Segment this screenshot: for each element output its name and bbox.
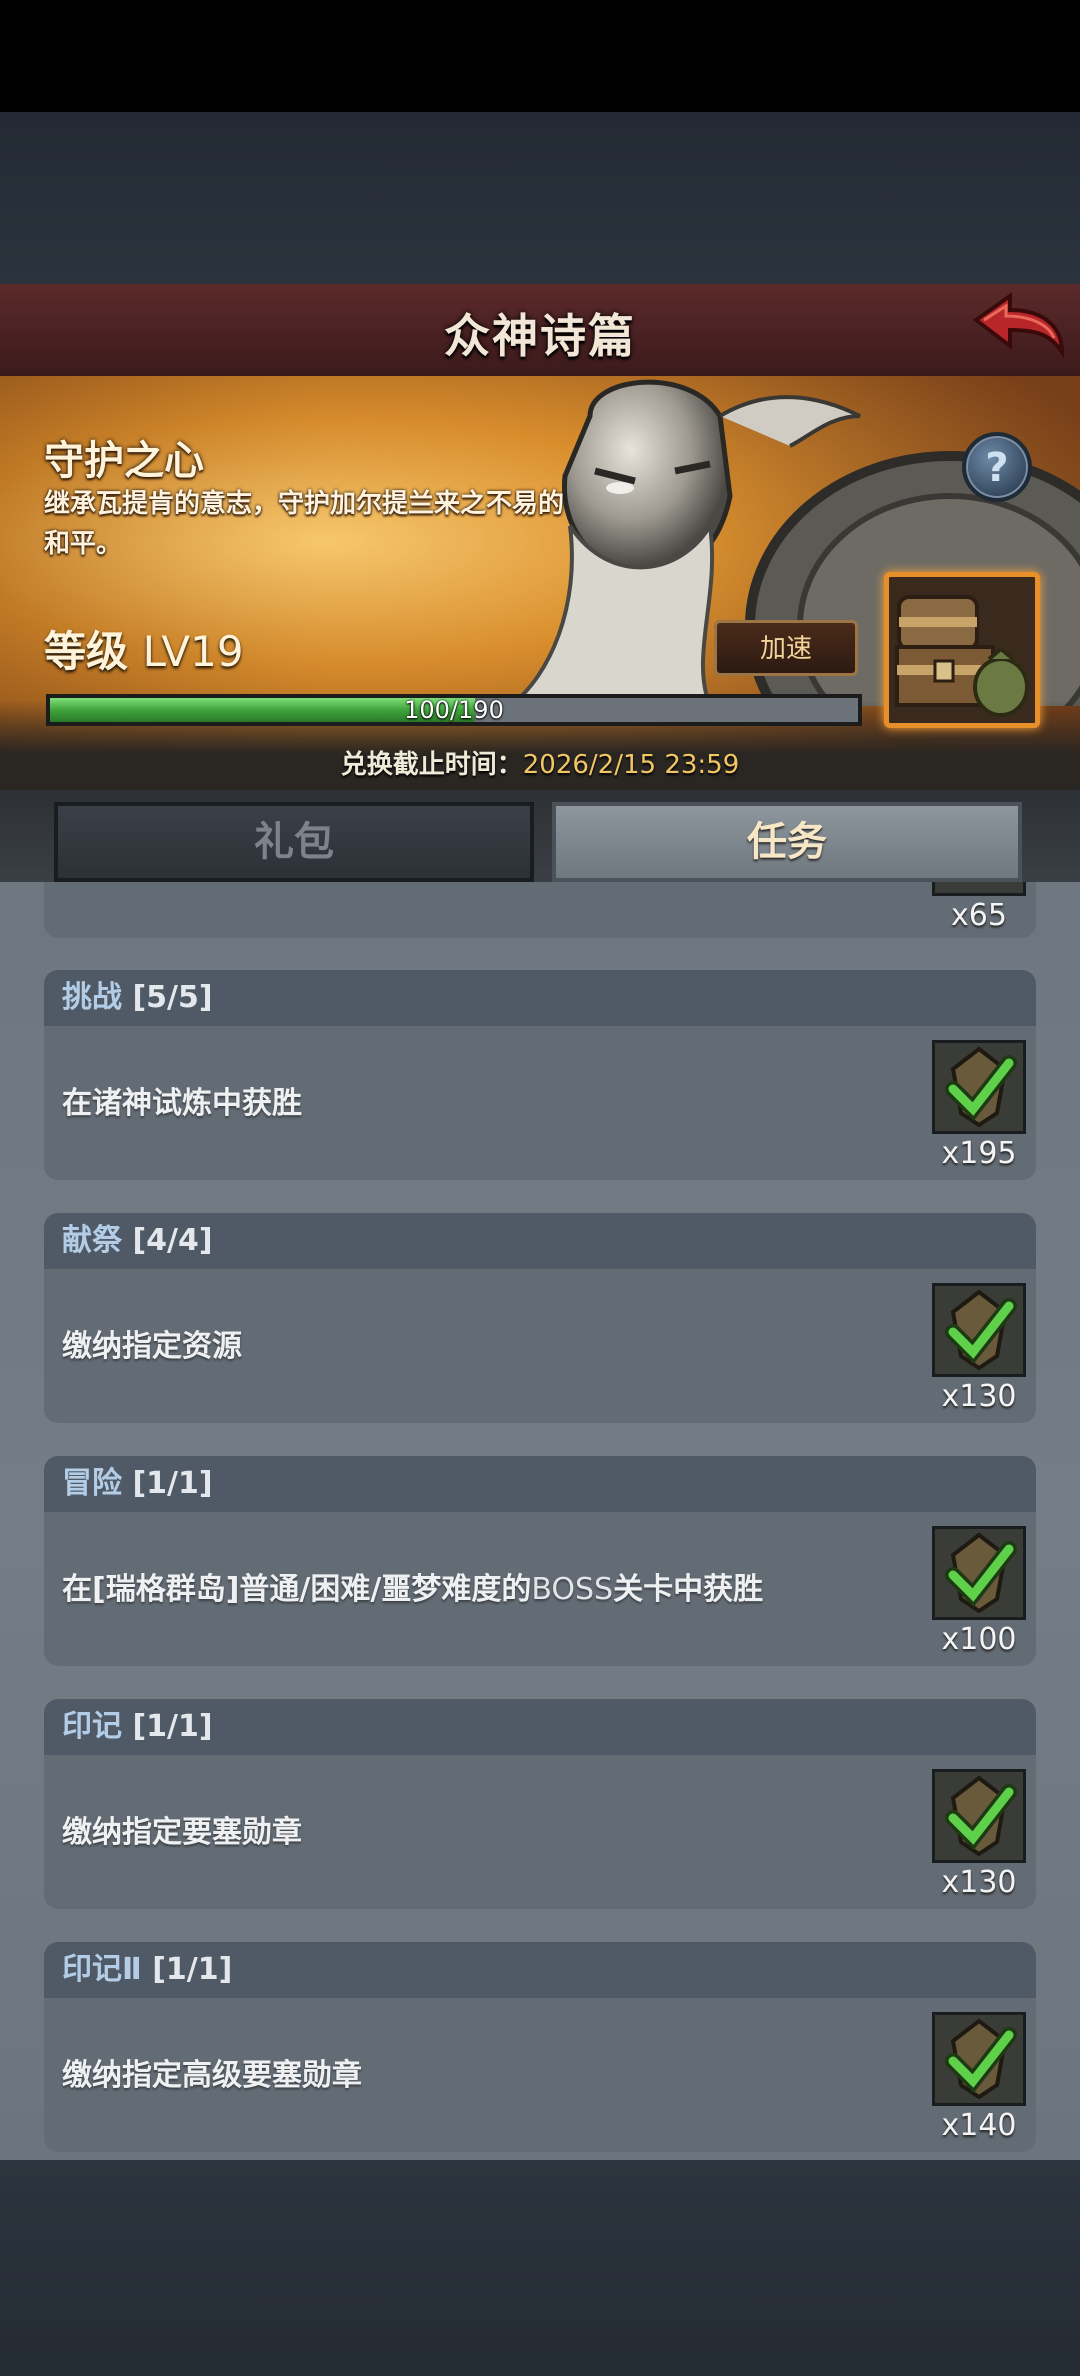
task-card-partial: x65 (44, 882, 1036, 938)
checkmark-icon (945, 1289, 1017, 1371)
task-description-highlight: BOSS (531, 1572, 614, 1607)
task-description: 在[瑞格群岛]普通/困难/噩梦难度的BOSS关卡中获胜 (62, 1564, 763, 1608)
reward-quantity: x130 (941, 1865, 1017, 1900)
reward-claimed-icon[interactable] (932, 1769, 1026, 1863)
task-card: 献祭 [4/4] 缴纳指定资源 x130 (44, 1213, 1036, 1423)
task-description-text-end: 关卡中获胜 (613, 1572, 764, 1607)
task-progress: [1/1] (132, 1709, 213, 1744)
task-progress: [5/5] (132, 980, 213, 1015)
reward-claimed-icon[interactable] (932, 1040, 1026, 1134)
task-description: 缴纳指定要塞勋章 (62, 1815, 302, 1850)
task-description: 在诸神试炼中获胜 (62, 1086, 302, 1121)
task-header: 献祭 [4/4] (44, 1213, 1036, 1269)
reward-claimed-icon[interactable] (932, 1283, 1026, 1377)
reward-claimed-icon[interactable] (932, 1526, 1026, 1620)
task-card: 印记 [1/1] 缴纳指定要塞勋章 x130 (44, 1699, 1036, 1909)
checkmark-icon (945, 1532, 1017, 1614)
task-header: 印记Ⅱ [1/1] (44, 1942, 1036, 1998)
back-arrow-icon[interactable] (970, 290, 1066, 370)
reward-claimed-icon[interactable] (932, 2012, 1026, 2106)
level-label: 等级 (44, 627, 129, 676)
task-category: 献祭 (62, 1223, 122, 1258)
task-category: 印记Ⅱ (62, 1952, 142, 1987)
tab-bar: 礼包 任务 (0, 790, 1080, 882)
checkmark-icon (945, 1775, 1017, 1857)
reward-quantity: x195 (941, 1136, 1017, 1171)
checkmark-icon (945, 1046, 1017, 1128)
task-list[interactable]: x65 挑战 [5/5] 在诸神试炼中获胜 x195 献祭 [4/4] 缴纳指定… (0, 882, 1080, 2160)
checkmark-icon (945, 2018, 1017, 2100)
tab-gift-pack[interactable]: 礼包 (54, 802, 534, 882)
tab-tasks-label: 任务 (747, 819, 827, 865)
status-bar (0, 0, 1080, 112)
title-bar: 众神诗篇 (0, 284, 1080, 380)
progress-text: 100/190 (404, 696, 504, 724)
deadline-label: 兑换截止时间： (340, 750, 523, 780)
task-header: 冒险 [1/1] (44, 1456, 1036, 1512)
speed-up-button[interactable]: 加速 (714, 620, 858, 676)
level-display: 等级 LV19 (44, 618, 244, 679)
reward-quantity: x130 (941, 1379, 1017, 1414)
top-backdrop (0, 112, 1080, 284)
deadline-date: 2026/2/15 23:59 (522, 750, 740, 780)
tab-gift-pack-label: 礼包 (254, 819, 334, 865)
task-card: 挑战 [5/5] 在诸神试炼中获胜 x195 (44, 970, 1036, 1180)
reward-quantity: x140 (941, 2108, 1017, 2143)
task-header: 挑战 [5/5] (44, 970, 1036, 1026)
task-category: 挑战 (62, 980, 122, 1015)
bottom-backdrop (0, 2160, 1080, 2376)
task-description-text: 在[瑞格群岛]普通/困难/噩梦难度的 (62, 1572, 532, 1607)
reward-quantity: x100 (941, 1622, 1017, 1657)
banner-title: 守护之心 (44, 438, 204, 484)
banner-description: 继承瓦提肯的意志，守护加尔提兰来之不易的和平。 (44, 489, 565, 559)
task-category: 冒险 (62, 1466, 122, 1501)
task-progress: [4/4] (132, 1223, 213, 1258)
page-title: 众神诗篇 (444, 309, 636, 363)
task-card: 冒险 [1/1] 在[瑞格群岛]普通/困难/噩梦难度的BOSS关卡中获胜 x10… (44, 1456, 1036, 1666)
reward-icon[interactable] (932, 882, 1026, 896)
help-icon[interactable]: ? (962, 432, 1032, 502)
task-progress: [1/1] (152, 1952, 233, 1987)
treasure-chest-icon (895, 595, 1029, 717)
task-progress: [1/1] (132, 1466, 213, 1501)
treasure-chest-reward-button[interactable] (884, 572, 1040, 728)
task-category: 印记 (62, 1709, 122, 1744)
exchange-deadline: 兑换截止时间：2026/2/15 23:59 (0, 744, 1080, 781)
level-progress-bar: 100/190 (46, 694, 862, 726)
task-description: 缴纳指定高级要塞勋章 (62, 2058, 362, 2093)
tab-tasks[interactable]: 任务 (552, 802, 1022, 882)
task-description: 缴纳指定资源 (62, 1329, 242, 1364)
level-value: LV19 (142, 627, 244, 676)
task-card: 印记Ⅱ [1/1] 缴纳指定高级要塞勋章 x140 (44, 1942, 1036, 2152)
task-header: 印记 [1/1] (44, 1699, 1036, 1755)
reward-quantity: x65 (951, 898, 1007, 933)
